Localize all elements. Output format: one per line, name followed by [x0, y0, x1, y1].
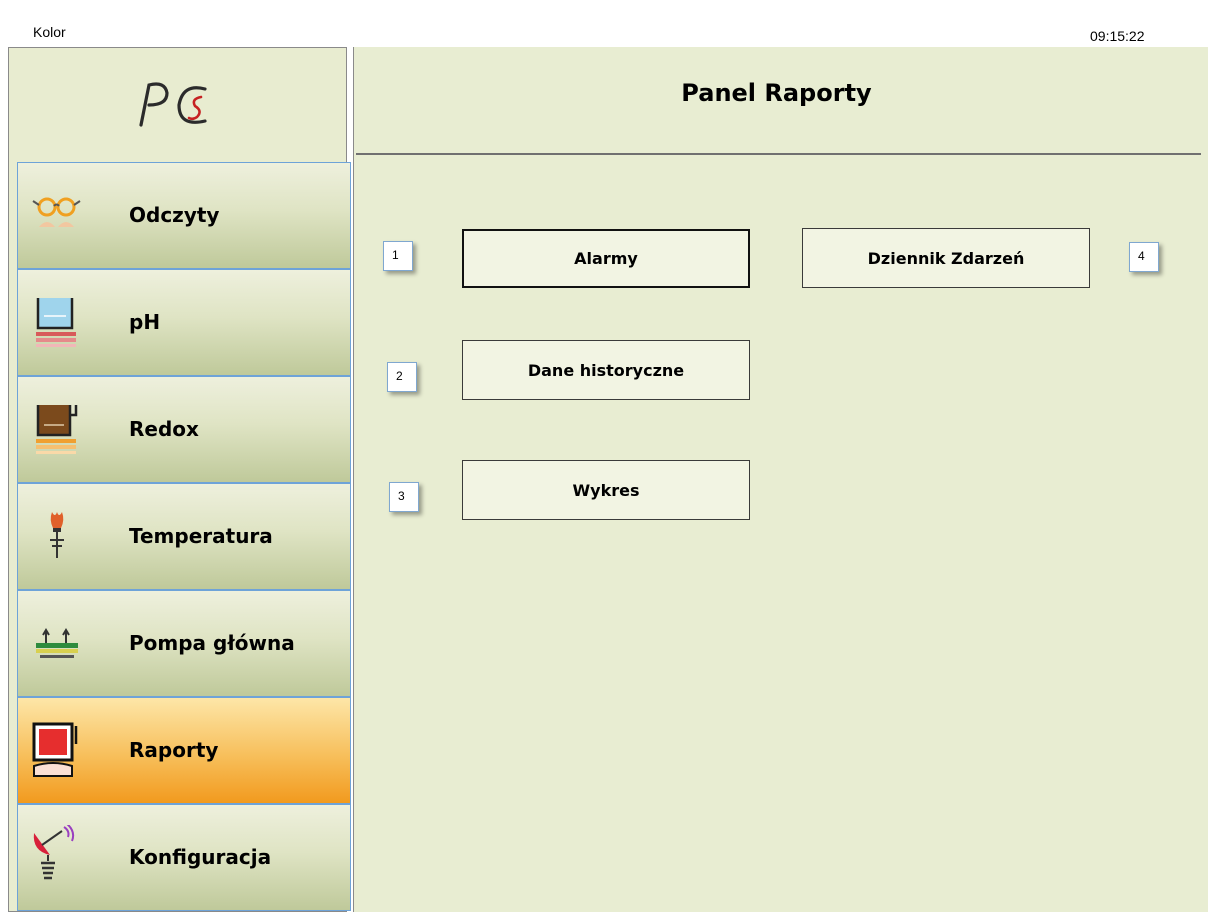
pcs-logo [9, 48, 346, 162]
alarmy-button[interactable]: Alarmy [462, 229, 750, 288]
wykres-button[interactable]: Wykres [462, 460, 750, 520]
page-title: Panel Raporty [681, 79, 872, 107]
title-bar: Kolor 09:15:22 [0, 0, 1208, 46]
dziennik-zdarzen-button[interactable]: Dziennik Zdarzeń [802, 228, 1090, 288]
sidebar-item-raporty[interactable]: Raporty [17, 697, 351, 804]
sidebar-item-ph[interactable]: pH [17, 269, 351, 376]
report-icon [32, 722, 78, 777]
sidebar-item-pompa-glowna[interactable]: Pompa główna [17, 590, 351, 697]
sidebar-item-label: pH [129, 310, 161, 334]
shortcut-badge-3: 3 [389, 482, 419, 512]
pump-icon [36, 628, 78, 658]
sidebar: Odczyty pH Redox Temperatura Pompa główn… [8, 47, 351, 912]
title-divider [356, 153, 1201, 155]
sidebar-item-temperatura[interactable]: Temperatura [17, 483, 351, 590]
sidebar-item-label: Raporty [129, 738, 219, 762]
clock: 09:15:22 [1090, 28, 1145, 44]
sidebar-item-label: Konfiguracja [129, 845, 272, 869]
sidebar-item-label: Odczyty [129, 203, 220, 227]
sidebar-item-label: Pompa główna [129, 631, 295, 655]
sidebar-item-konfiguracja[interactable]: Konfiguracja [17, 804, 351, 911]
sidebar-item-label: Temperatura [129, 524, 273, 548]
redox-beaker-icon [36, 405, 78, 454]
shortcut-badge-2: 2 [387, 362, 417, 392]
sidebar-item-label: Redox [129, 417, 199, 441]
main-panel: Panel Raporty Alarmy Dane historyczne Wy… [353, 47, 1208, 912]
sidebar-item-odczyty[interactable]: Odczyty [17, 162, 351, 269]
shortcut-badge-4: 4 [1129, 242, 1159, 272]
app-title: Kolor [33, 24, 66, 40]
satellite-dish-icon [33, 825, 75, 880]
glasses-icon [32, 197, 81, 227]
shortcut-badge-1: 1 [383, 241, 413, 271]
sidebar-item-redox[interactable]: Redox [17, 376, 351, 483]
dane-historyczne-button[interactable]: Dane historyczne [462, 340, 750, 400]
thermometer-icon [50, 512, 64, 558]
ph-beaker-icon [36, 298, 76, 347]
logo-icon [138, 82, 207, 127]
